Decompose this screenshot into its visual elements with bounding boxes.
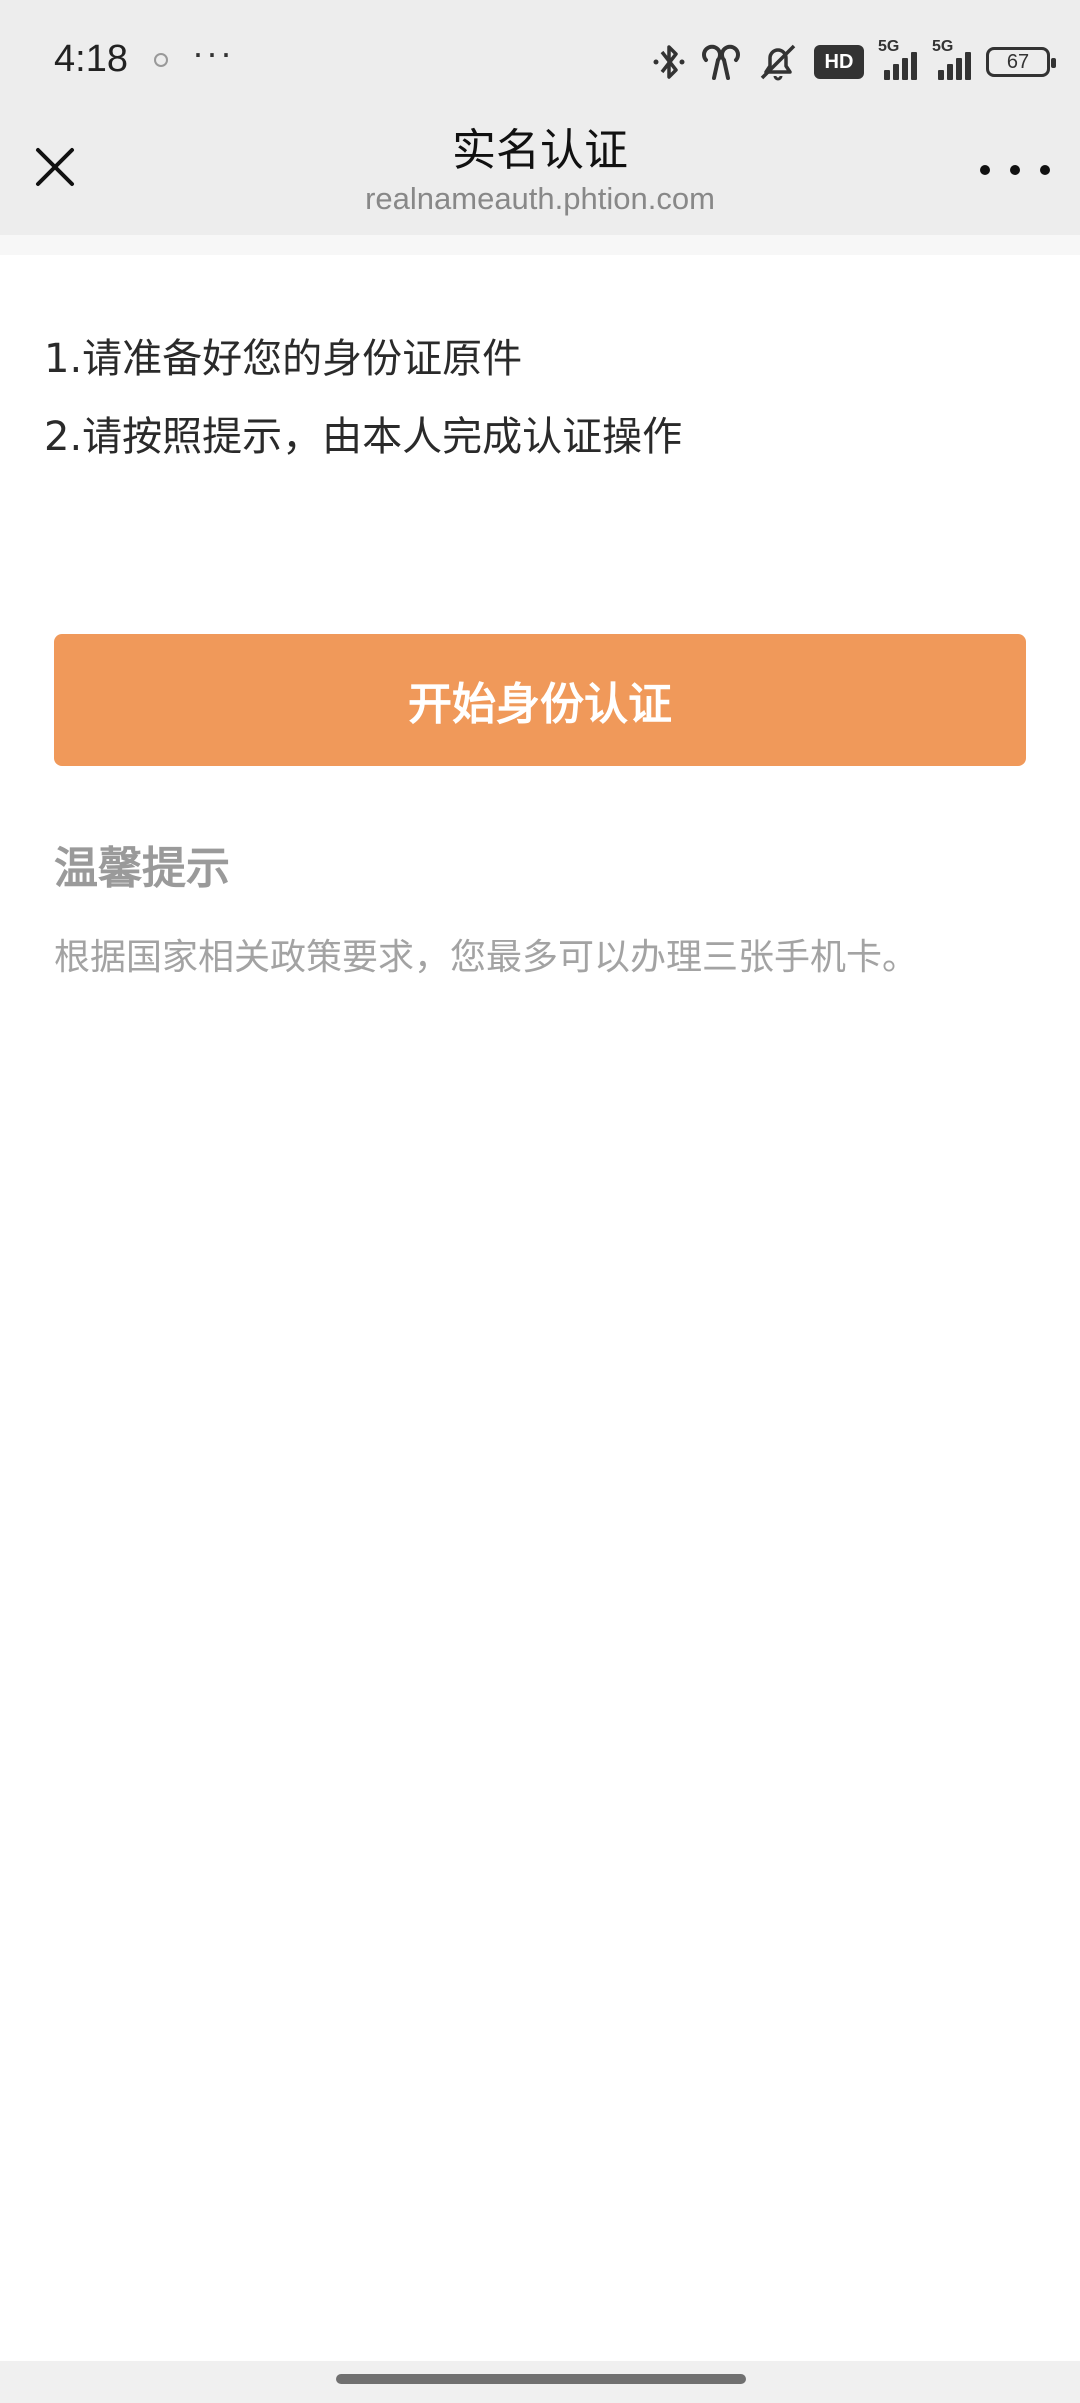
instructions-list: 1.请准备好您的身份证原件 2.请按照提示，由本人完成认证操作 <box>44 320 682 476</box>
mute-bell-icon <box>760 44 796 81</box>
page: 4:18 ··· HD 5G 5G 67 实名认证 realnameauth.p… <box>0 0 1080 2403</box>
status-bar: 4:18 ··· HD 5G 5G 67 <box>0 0 1080 125</box>
instruction-item: 1.请准备好您的身份证原件 <box>44 336 523 382</box>
status-time: 4:18 <box>54 38 128 80</box>
earbuds-icon <box>702 44 740 80</box>
gesture-bar <box>0 2361 1080 2403</box>
page-url: realnameauth.phtion.com <box>365 181 715 216</box>
instruction-item: 2.请按照提示，由本人完成认证操作 <box>44 414 683 460</box>
hd-voice-icon: HD <box>814 45 864 79</box>
more-menu-icon[interactable] <box>980 155 1050 185</box>
notification-dot-icon <box>154 53 168 67</box>
tips-text: 根据国家相关政策要求，您最多可以办理三张手机卡。 <box>54 937 919 978</box>
battery-icon: 67 <box>986 47 1056 77</box>
tips-title: 温馨提示 <box>54 843 230 894</box>
status-icons: HD 5G 5G 67 <box>652 38 1056 84</box>
home-indicator[interactable] <box>336 2374 746 2384</box>
header-divider <box>0 235 1080 255</box>
nav-header: 实名认证 realnameauth.phtion.com <box>0 125 1080 235</box>
page-title: 实名认证 <box>452 125 628 176</box>
bluetooth-icon <box>653 45 685 79</box>
start-verification-button[interactable]: 开始身份认证 <box>54 634 1026 766</box>
status-more-icon: ··· <box>192 32 234 73</box>
signal-2-icon: 5G <box>932 38 972 80</box>
signal-1-icon: 5G <box>878 38 918 80</box>
